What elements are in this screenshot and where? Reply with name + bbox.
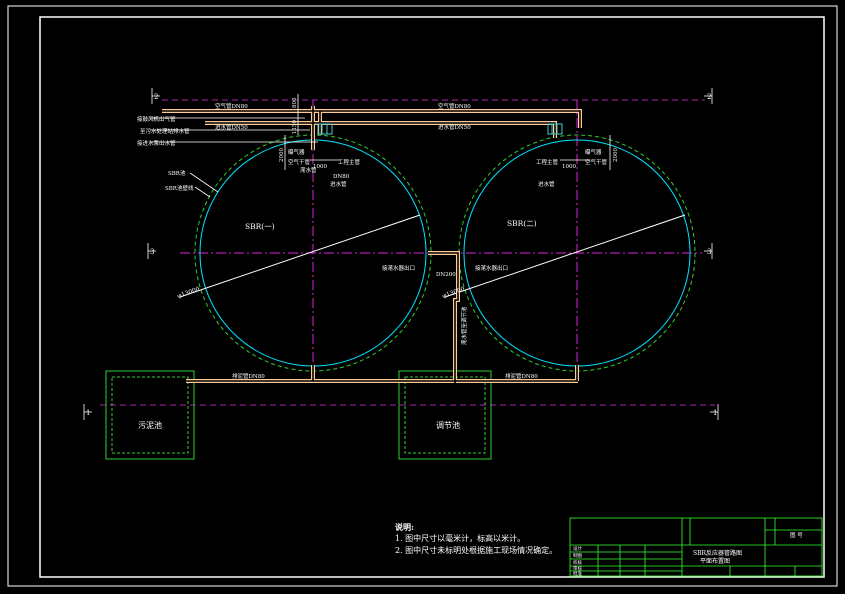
tank2-diameter-label: φ13000 [441,286,465,300]
leader-line-5 [194,186,211,198]
sludge-pool-outer [105,370,195,460]
center-vertical-label: 滗水管至调节池 [460,306,468,345]
air-main-label-left: 空气管DN80 [215,102,248,110]
leader-label-sbr-tank: SBR池 [168,169,186,177]
title-block-text: SBR反应器管路图 平面布置图 图 号 设计 制图 校核 审核 批准 [573,531,803,577]
gate-left-label-6: 进水管 [330,180,347,188]
gate-left-label-1: 曝气器 [288,148,305,156]
axis-mark-bottom-right: 1 [713,409,717,417]
inflow-label-right: 进水管DN50 [438,123,471,131]
center-label-1: 接滗水器出口 [382,264,415,272]
axis-mark-top-left: 2 [154,93,158,101]
leader-label-sbr-wall: SBR池壁线 [165,184,194,192]
notes-line-1: 1. 图中尺寸以毫米计，标高以米计。 [395,534,526,543]
axis-mark-top-right: 2 [707,93,711,101]
title-block-row-5: 批准 [573,570,582,577]
leader-line-4 [189,172,219,193]
regulating-pool-inner [404,376,486,454]
title-block-row-4: 审核 [573,565,582,572]
center-label-2: 接滗水器出口 [475,264,508,272]
title-block-drawing-no: 图 号 [790,531,803,539]
gate-left-label-2: 空气干管 [288,158,311,166]
dim-1000-right: 1000 [562,164,576,170]
title-block-name-1: SBR反应器管路图 [693,549,742,557]
title-block-name-2: 平面布置图 [700,557,730,565]
air-main-label-right: 空气管DN80 [438,102,471,110]
tank1-diameter-label: φ13000 [176,286,200,300]
sludge-label-right: 排泥管DN80 [505,372,538,380]
axis-mark-mid-left: 3 [150,248,154,256]
notes-title: 说明: [395,522,414,532]
tank1-diameter-leader [179,214,421,298]
axis-mark-bottom-left: 1 [86,409,90,417]
gate-left-label-4: 工程主管 [338,158,361,166]
regulating-pool [398,370,492,460]
title-block-row-3: 校核 [573,559,582,566]
inflow-label-left: 进水管DN50 [215,123,248,131]
gate-right-label-1: 工程主管 [536,158,559,166]
dim-800: 800 [292,97,298,108]
regulating-pool-label: 调节池 [436,420,460,430]
gate-right-label-3: 空气干管 [585,158,608,166]
inflow-main-pipe-outer [205,121,557,138]
title-block-frame [569,517,823,577]
leader-label-pump: 接进水泵出水管 [137,139,176,147]
cad-drawing-canvas: 2 2 3 3 1 1 空气管DN80 空气管DN80 进水管DN50 进水管D… [7,5,838,587]
dim-2000-left: 2000 [279,148,285,162]
drawing-frame [39,16,825,578]
leader-label-drain: 至污水处理站排水管 [140,127,190,135]
dim-2000-right: 2000 [613,148,619,162]
sludge-pool-inner [111,376,189,454]
sludge-pool-label: 污泥池 [138,420,162,430]
pipe-network [162,106,582,383]
leader-label-blower: 接鼓风机出气管 [137,115,176,123]
tank2-label: SBR(二) [507,219,537,228]
centerlines [100,99,715,406]
notes-block: 说明: 1. 图中尺寸以毫米计，标高以米计。 2. 图中尺寸未标明处根据施工现场… [395,521,575,557]
notes-line-2: 2. 图中尺寸未标明处根据施工现场情况确定。 [395,546,558,555]
title-block [569,517,823,577]
regulating-pool-outer [398,370,492,460]
dim-1150: 1150 [292,120,298,134]
axis-markers [83,88,719,420]
sludge-label-left: 排泥管DN80 [232,372,265,380]
tank2-diameter-leader [444,214,686,298]
tank1-label: SBR(一) [245,222,275,231]
gate-left-label-5: DN80 [333,174,350,180]
axis-mark-mid-right: 3 [707,248,711,256]
center-label-3: DN200 [436,272,456,278]
dim-1000-left: 1000 [313,164,327,170]
gate-right-label-4: 进水管 [538,180,555,188]
sludge-pool [105,370,195,460]
gate-right-label-2: 曝气器 [585,148,602,156]
